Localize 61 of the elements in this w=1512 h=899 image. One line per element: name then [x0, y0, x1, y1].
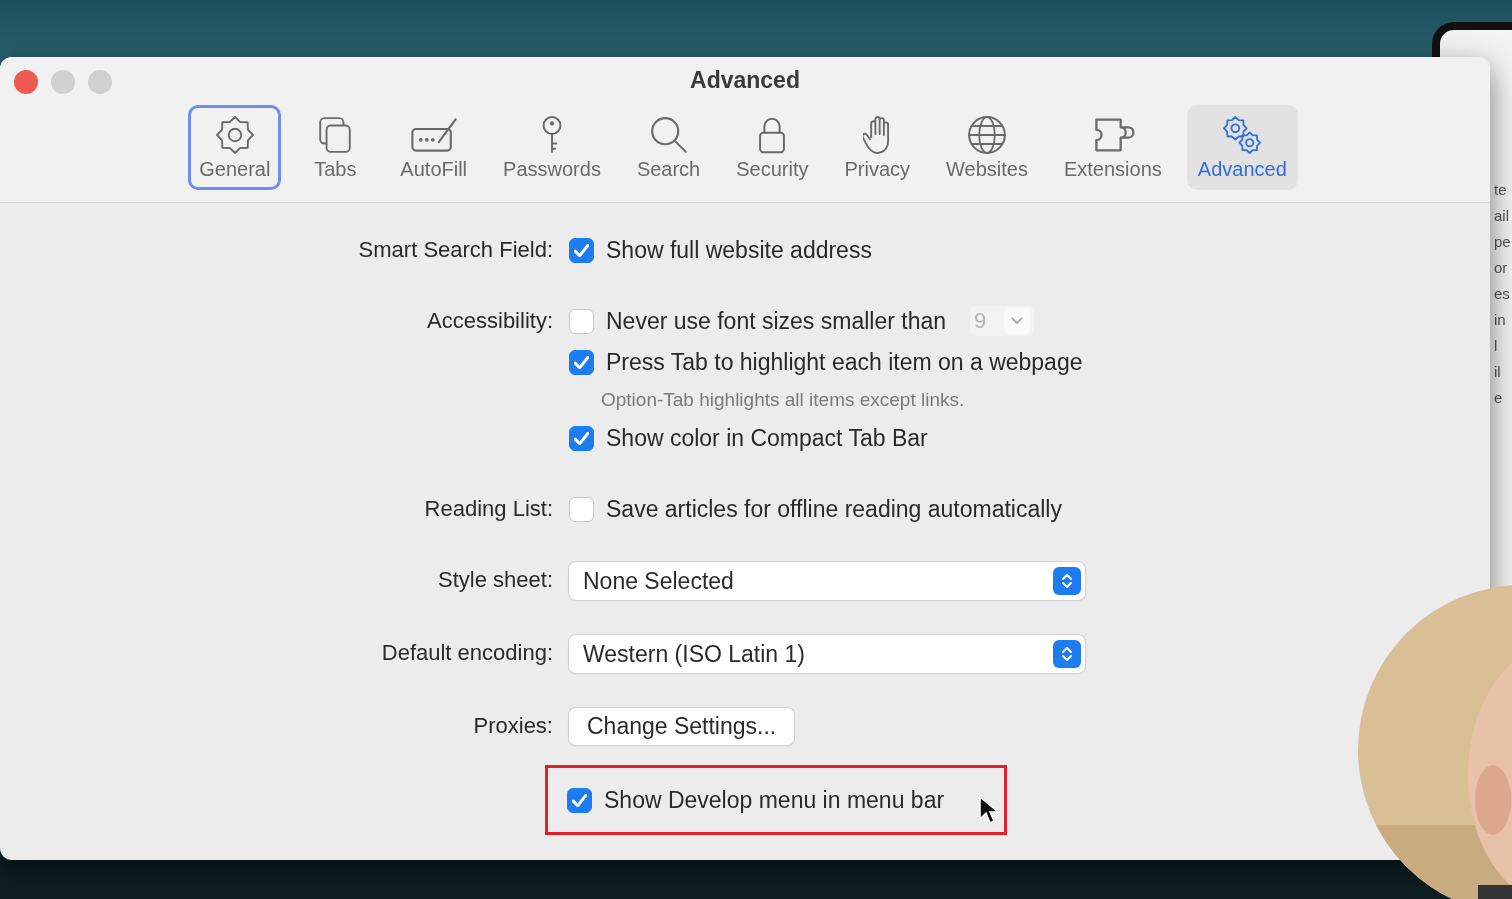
- checkmark-icon: [574, 243, 589, 257]
- lock-icon: [759, 116, 786, 154]
- pen-field-icon: [409, 116, 458, 154]
- up-down-arrows-icon: [1053, 640, 1081, 668]
- checkbox[interactable]: [569, 496, 594, 522]
- toolbar-tab[interactable]: Passwords: [492, 105, 612, 190]
- toolbar-tab[interactable]: Security: [725, 105, 820, 190]
- cut-text: e: [1494, 388, 1503, 408]
- cut-text: ail: [1494, 206, 1509, 226]
- checkbox-label: Show full website address: [606, 236, 872, 264]
- cut-text: te: [1494, 180, 1507, 200]
- cut-text: es: [1494, 284, 1510, 304]
- checkbox[interactable]: [569, 425, 594, 451]
- setting-label: Reading List:: [424, 496, 553, 521]
- globe-icon: [968, 116, 1006, 154]
- hand-icon: [863, 116, 892, 154]
- toolbar-tab[interactable]: General: [188, 105, 282, 190]
- gears-icon: [1223, 116, 1262, 154]
- toolbar-tab[interactable]: Advanced: [1186, 105, 1298, 190]
- popup-menu[interactable]: None Selected: [569, 562, 1085, 600]
- checkbox-label: Press Tab to highlight each item on a webpage: [606, 348, 1083, 376]
- chevron-down-icon: [1004, 308, 1031, 334]
- cut-text: l: [1494, 336, 1498, 356]
- setting-label: Smart Search Field:: [358, 237, 553, 262]
- checkmark-icon: [572, 793, 587, 807]
- checkbox-label: Show color in Compact Tab Bar: [606, 424, 928, 452]
- toolbar-tab[interactable]: Extensions: [1052, 105, 1173, 190]
- search-icon: [649, 116, 688, 154]
- tabs-icon: [317, 116, 354, 154]
- cut-text: pe: [1494, 232, 1511, 252]
- font-size-value: 9: [974, 308, 988, 334]
- cut-text: in: [1494, 310, 1506, 330]
- up-down-arrows-icon: [1053, 567, 1081, 595]
- toolbar-tab[interactable]: Search: [625, 105, 712, 190]
- checkbox-label: Save articles for offline reading automatically: [606, 495, 1062, 523]
- checkbox[interactable]: [569, 308, 594, 334]
- checkbox[interactable]: [567, 787, 592, 813]
- setting-label: Proxies:: [473, 713, 553, 738]
- setting-label: Default encoding:: [381, 640, 553, 665]
- window-title: Advanced: [690, 66, 800, 95]
- change-settings-button[interactable]: Change Settings...: [569, 708, 795, 745]
- checkbox[interactable]: [569, 237, 594, 263]
- checkbox-label: Never use font sizes smaller than: [606, 307, 947, 335]
- cursor-icon: [978, 795, 1000, 825]
- checkmark-icon: [574, 355, 589, 369]
- setting-label: Accessibility:: [427, 308, 553, 333]
- checkmark-icon: [574, 431, 589, 445]
- gear-icon: [215, 116, 254, 154]
- setting-label: Style sheet:: [438, 567, 553, 592]
- popup-menu[interactable]: Western (ISO Latin 1): [569, 635, 1085, 673]
- key-icon: [541, 116, 562, 154]
- toolbar-tab[interactable]: Websites: [935, 105, 1039, 190]
- checkbox[interactable]: [569, 349, 594, 375]
- checkbox-label: Show Develop menu in menu bar: [604, 786, 945, 814]
- toolbar-tab[interactable]: AutoFill: [389, 105, 479, 190]
- cut-text: or: [1494, 258, 1508, 278]
- close-button[interactable]: [14, 70, 38, 94]
- hint-text: Option-Tab highlights all items except links.: [601, 389, 965, 411]
- toolbar-tab[interactable]: Privacy: [833, 105, 922, 190]
- toolbar-tab[interactable]: Tabs: [295, 105, 376, 190]
- cut-text: il: [1494, 362, 1501, 382]
